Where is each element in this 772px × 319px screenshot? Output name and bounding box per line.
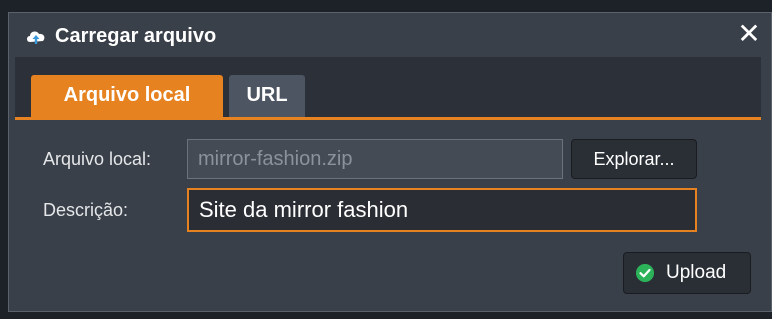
upload-label: Upload [666, 262, 727, 283]
cloud-upload-icon [27, 31, 45, 44]
tab-bar: Arquivo local URL [15, 57, 761, 117]
upload-dialog: Carregar arquivo ✕ Arquivo local URL Arq… [8, 12, 772, 312]
check-circle-icon [636, 264, 654, 282]
file-path-field[interactable]: mirror-fashion.zip [187, 139, 563, 179]
tab-url[interactable]: URL [229, 75, 305, 117]
dialog-titlebar: Carregar arquivo ✕ [9, 13, 771, 57]
upload-button[interactable]: Upload [623, 252, 751, 294]
description-input[interactable]: Site da mirror fashion [187, 188, 697, 232]
close-icon[interactable]: ✕ [735, 19, 763, 49]
tab-underline [15, 117, 761, 120]
dialog-title: Carregar arquivo [55, 25, 217, 47]
tab-arquivo-local[interactable]: Arquivo local [31, 75, 223, 117]
browse-button[interactable]: Explorar... [571, 139, 697, 179]
file-label: Arquivo local: [43, 149, 152, 169]
description-label: Descrição: [43, 200, 129, 220]
